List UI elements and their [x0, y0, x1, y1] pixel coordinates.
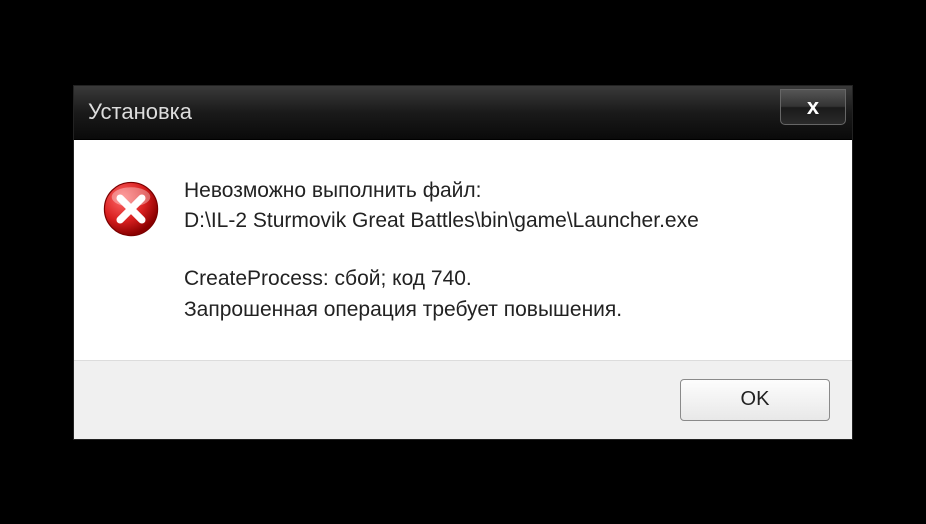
dialog-body: Невозможно выполнить файл: D:\IL-2 Sturm… [74, 140, 852, 360]
message-block: Невозможно выполнить файл: D:\IL-2 Sturm… [184, 176, 824, 326]
message-line-1: Невозможно выполнить файл: [184, 176, 824, 206]
error-icon [102, 180, 160, 238]
message-line-2: D:\IL-2 Sturmovik Great Battles\bin\game… [184, 206, 824, 236]
close-icon: x [807, 94, 819, 120]
dialog-title: Установка [88, 99, 192, 125]
message-line-4: Запрошенная операция требует повышения. [184, 295, 824, 325]
message-line-3: CreateProcess: сбой; код 740. [184, 264, 824, 294]
titlebar: Установка x [74, 86, 852, 140]
dialog-window: Установка x Невозможно выполнить файл [73, 85, 853, 440]
close-button[interactable]: x [780, 89, 846, 125]
button-row: OK [74, 360, 852, 439]
ok-button[interactable]: OK [680, 379, 830, 421]
